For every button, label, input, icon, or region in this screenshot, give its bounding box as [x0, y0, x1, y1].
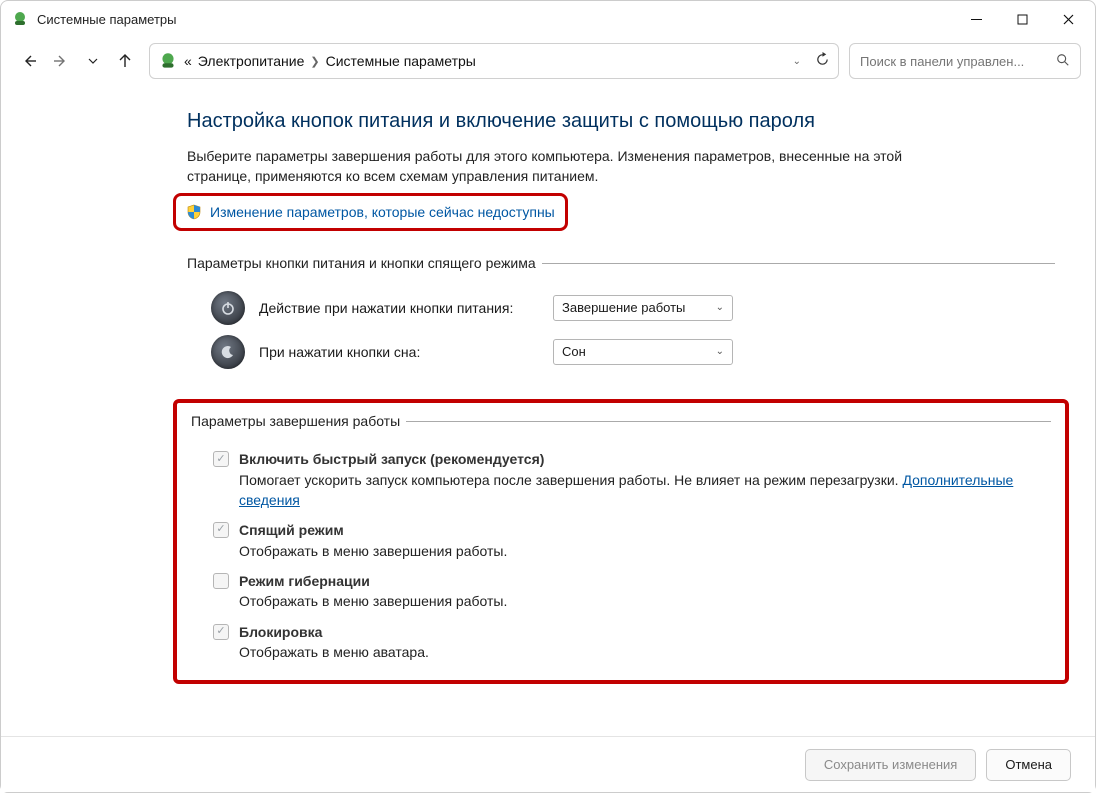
option-title: Режим гибернации: [239, 571, 507, 591]
breadcrumb-prefix: «: [184, 53, 192, 69]
search-input[interactable]: [860, 54, 1050, 69]
refresh-button[interactable]: [815, 52, 830, 70]
power-buttons-group: Параметры кнопки питания и кнопки спящег…: [187, 253, 1055, 379]
checkbox-sleep[interactable]: ✓: [213, 522, 229, 538]
highlight-unlock-link: Изменение параметров, которые сейчас нед…: [173, 193, 568, 231]
recent-dropdown[interactable]: [79, 47, 107, 75]
unlock-settings-link[interactable]: Изменение параметров, которые сейчас нед…: [210, 202, 555, 222]
back-button[interactable]: [15, 47, 43, 75]
sleep-button-label: При нажатии кнопки сна:: [259, 342, 539, 362]
power-button-select[interactable]: Завершение работы ⌄: [553, 295, 733, 321]
search-box[interactable]: [849, 43, 1081, 79]
highlight-shutdown-options: Параметры завершения работы ✓ Включить б…: [173, 399, 1069, 684]
option-title: Включить быстрый запуск (рекомендуется): [239, 449, 1051, 469]
sleep-icon: [211, 335, 245, 369]
power-button-value: Завершение работы: [562, 299, 685, 318]
footer: Сохранить изменения Отмена: [1, 736, 1095, 792]
checkbox-lock[interactable]: ✓: [213, 624, 229, 640]
option-hibernate: Режим гибернации Отображать в меню завер…: [213, 571, 1051, 612]
breadcrumb-item-2[interactable]: Системные параметры: [326, 53, 476, 69]
option-desc: Отображать в меню завершения работы.: [239, 591, 507, 611]
checkbox-hibernate[interactable]: [213, 573, 229, 589]
app-icon: [11, 10, 29, 28]
up-button[interactable]: [111, 47, 139, 75]
chevron-right-icon: ❯: [310, 55, 319, 68]
power-buttons-legend: Параметры кнопки питания и кнопки спящег…: [187, 253, 542, 273]
sleep-button-value: Сон: [562, 343, 586, 362]
option-sleep: ✓ Спящий режим Отображать в меню заверше…: [213, 520, 1051, 561]
maximize-button[interactable]: [999, 4, 1045, 34]
option-title: Блокировка: [239, 622, 429, 642]
shield-icon: [186, 204, 202, 220]
option-lock: ✓ Блокировка Отображать в меню аватара.: [213, 622, 1051, 663]
sleep-button-select[interactable]: Сон ⌄: [553, 339, 733, 365]
option-desc: Отображать в меню аватара.: [239, 642, 429, 662]
titlebar: Системные параметры: [1, 1, 1095, 37]
shutdown-options-group: Параметры завершения работы ✓ Включить б…: [191, 411, 1051, 662]
breadcrumb-item-1[interactable]: Электропитание: [198, 53, 305, 69]
content-pane: Настройка кнопок питания и включение защ…: [1, 85, 1095, 684]
sleep-button-row: При нажатии кнопки сна: Сон ⌄: [211, 335, 1055, 369]
cancel-button[interactable]: Отмена: [986, 749, 1071, 781]
option-desc: Помогает ускорить запуск компьютера посл…: [239, 470, 1051, 511]
nav-toolbar: « Электропитание ❯ Системные параметры ⌄: [1, 37, 1095, 85]
power-button-label: Действие при нажатии кнопки питания:: [259, 298, 539, 318]
address-bar[interactable]: « Электропитание ❯ Системные параметры ⌄: [149, 43, 839, 79]
close-button[interactable]: [1045, 4, 1091, 34]
page-heading: Настройка кнопок питания и включение защ…: [187, 107, 1055, 136]
page-intro: Выберите параметры завершения работы для…: [187, 146, 927, 187]
chevron-down-icon: ⌄: [716, 345, 724, 360]
option-fast-startup: ✓ Включить быстрый запуск (рекомендуется…: [213, 449, 1051, 510]
option-desc: Отображать в меню завершения работы.: [239, 541, 507, 561]
minimize-button[interactable]: [953, 4, 999, 34]
power-icon: [211, 291, 245, 325]
window-controls: [953, 4, 1091, 34]
breadcrumb-icon: [158, 51, 178, 71]
power-button-row: Действие при нажатии кнопки питания: Зав…: [211, 291, 1055, 325]
checkbox-fast-startup[interactable]: ✓: [213, 451, 229, 467]
forward-button[interactable]: [47, 47, 75, 75]
search-icon[interactable]: [1056, 53, 1070, 70]
chevron-down-icon[interactable]: ⌄: [793, 56, 801, 67]
window-title: Системные параметры: [37, 12, 176, 27]
shutdown-options-legend: Параметры завершения работы: [191, 411, 406, 431]
chevron-down-icon: ⌄: [716, 301, 724, 316]
option-title: Спящий режим: [239, 520, 507, 540]
save-button[interactable]: Сохранить изменения: [805, 749, 977, 781]
